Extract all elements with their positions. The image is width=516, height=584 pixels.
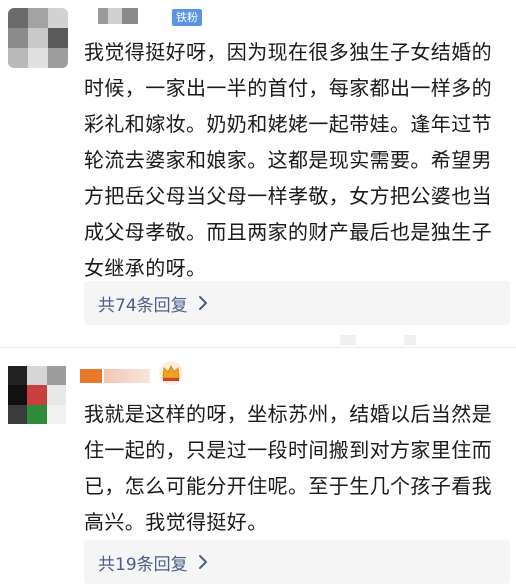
comment-text: 我觉得挺好呀，因为现在很多独生子女结婚的时候，一家出一半的首付，每家都出一样多的… <box>84 40 492 280</box>
avatar-pixel <box>48 28 68 48</box>
username-redacted[interactable] <box>104 369 150 383</box>
chevron-right-icon <box>198 553 216 571</box>
avatar-pixel <box>28 48 48 68</box>
avatar-pixel <box>8 385 28 405</box>
reply-count-label: 共74条回复 <box>98 295 188 316</box>
avatar-pixel <box>8 366 28 386</box>
crown-icon <box>158 360 184 386</box>
avatar-pixel <box>46 366 66 386</box>
user-avatar[interactable] <box>8 8 68 68</box>
view-replies-button[interactable]: 共74条回复 <box>84 281 510 325</box>
comment-text: 我就是这样的呀，坐标苏州，结婚以后当然是住一起的，只是过一段时间搬到对方家里住而… <box>84 402 492 534</box>
avatar-pixel <box>8 404 28 424</box>
avatar-pixel <box>48 8 68 28</box>
avatar-pixel <box>8 28 28 48</box>
avatar-pixel <box>8 48 28 68</box>
avatar-pixel <box>46 385 66 405</box>
avatar-pixel <box>46 404 66 424</box>
avatar-pixel <box>28 28 48 48</box>
fan-badge: 铁粉 <box>172 9 202 26</box>
reply-count-label: 共19条回复 <box>98 554 188 575</box>
username-redacted[interactable] <box>98 8 138 24</box>
chevron-right-icon <box>198 294 216 312</box>
avatar-pixel <box>27 404 47 424</box>
avatar-pixel <box>28 8 48 28</box>
divider <box>404 335 416 345</box>
view-replies-button[interactable]: 共19条回复 <box>84 540 510 584</box>
avatar-pixel <box>27 366 47 386</box>
comment-2: 我就是这样的呀，坐标苏州，结婚以后当然是住一起的，只是过一段时间搬到对方家里住而… <box>0 347 516 584</box>
username-redacted[interactable] <box>80 369 102 383</box>
avatar-pixel <box>27 385 47 405</box>
user-avatar[interactable] <box>8 366 66 424</box>
comment-1: 铁粉 我觉得挺好呀，因为现在很多独生子女结婚的时候，一家出一半的首付，每家都出一… <box>0 0 516 338</box>
avatar-pixel <box>48 48 68 68</box>
divider <box>340 335 356 345</box>
avatar-pixel <box>8 8 28 28</box>
